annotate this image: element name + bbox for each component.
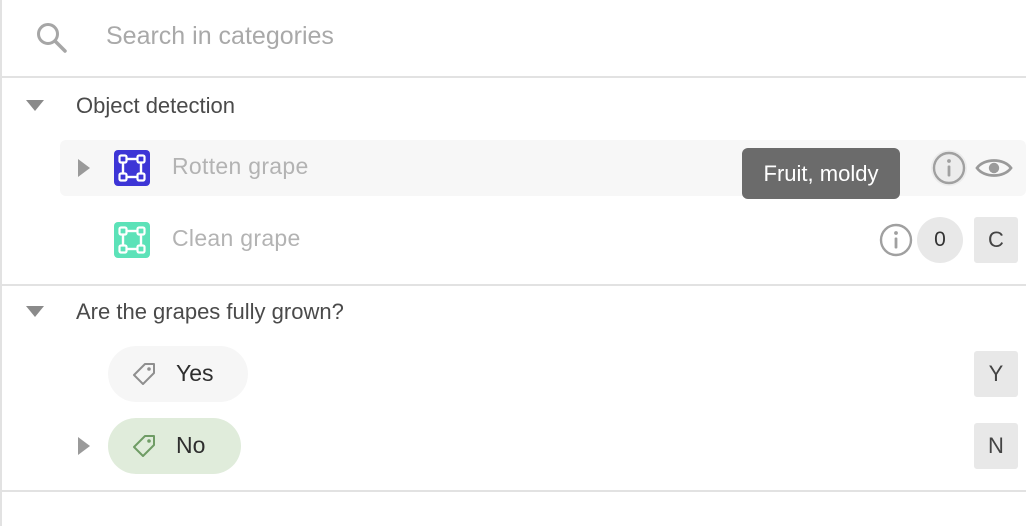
shortcut-key-y: Y <box>974 351 1018 397</box>
category-label: Clean grape <box>172 225 301 251</box>
divider <box>2 490 1026 492</box>
shortcut-key-c: C <box>974 217 1018 263</box>
option-label: No <box>176 432 206 458</box>
option-no[interactable]: No <box>108 418 241 474</box>
option-label: Yes <box>176 360 214 386</box>
eye-icon[interactable] <box>974 150 1014 186</box>
caret-right-icon[interactable] <box>78 437 90 455</box>
search-icon <box>34 20 70 56</box>
section-title: Object detection <box>76 93 235 118</box>
search-bar <box>2 0 1026 78</box>
option-yes[interactable]: Yes <box>108 346 248 402</box>
bounding-box-icon <box>114 222 150 258</box>
caret-down-icon[interactable] <box>26 306 44 317</box>
bounding-box-icon <box>114 150 150 186</box>
section-title: Are the grapes fully grown? <box>76 299 344 324</box>
tag-icon <box>132 434 156 458</box>
tag-icon <box>132 362 156 386</box>
info-icon[interactable] <box>878 222 914 258</box>
info-icon[interactable] <box>931 150 967 186</box>
tooltip: Fruit, moldy <box>742 148 900 199</box>
search-input[interactable] <box>106 14 986 58</box>
shortcut-key-n: N <box>974 423 1018 469</box>
divider <box>2 284 1026 286</box>
category-panel: Object detection Rotten grape Fruit, mol… <box>0 0 1026 526</box>
count-badge: 0 <box>917 217 963 263</box>
caret-right-icon[interactable] <box>78 159 90 177</box>
caret-down-icon[interactable] <box>26 100 44 111</box>
section-header-grapes-fully-grown[interactable]: Are the grapes fully grown? <box>2 290 702 334</box>
section-header-object-detection[interactable]: Object detection <box>2 84 702 128</box>
category-label: Rotten grape <box>172 153 309 179</box>
